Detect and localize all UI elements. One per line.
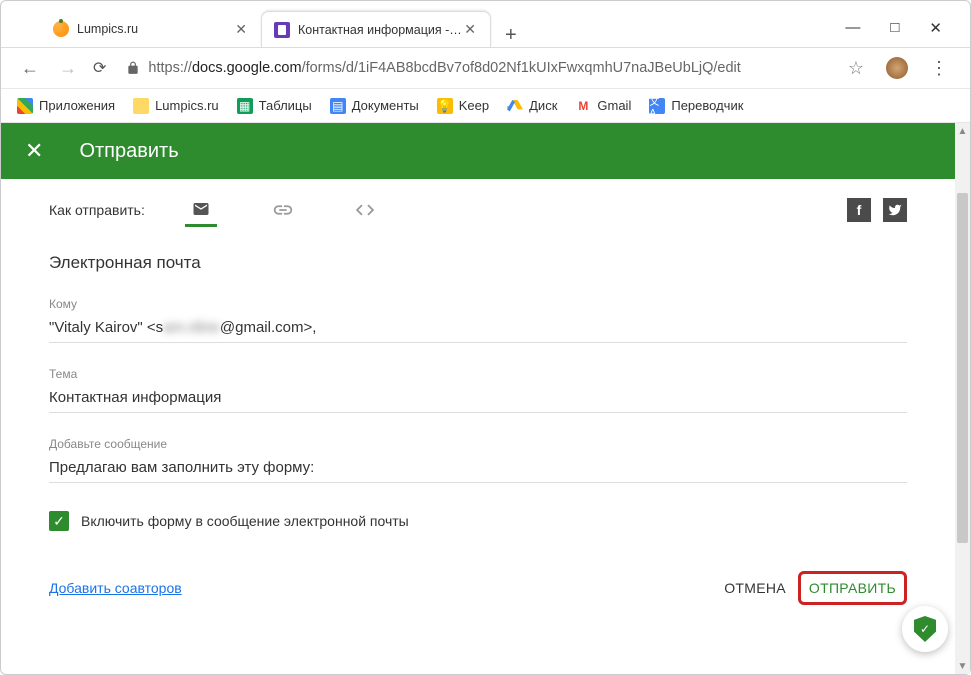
scrollbar[interactable]: ▲ ▼ bbox=[955, 123, 970, 674]
tab-google-forms[interactable]: Контактная информация - Goo ✕ bbox=[261, 11, 491, 47]
keep-bookmark[interactable]: 💡 Keep bbox=[437, 98, 489, 114]
lock-icon bbox=[126, 61, 140, 75]
url-path: /forms/d/1iF4AB8bcdBv7of8d02Nf1kUIxFwxqm… bbox=[302, 60, 741, 76]
dialog-title: Отправить bbox=[79, 140, 178, 163]
translate-icon: 文A bbox=[649, 98, 665, 114]
shield-icon: ✓ bbox=[914, 616, 936, 642]
via-email-tab[interactable] bbox=[185, 193, 217, 227]
new-tab-button[interactable]: + bbox=[491, 24, 531, 47]
back-button[interactable]: ← bbox=[17, 54, 43, 83]
lumpics-bookmark[interactable]: Lumpics.ru bbox=[133, 98, 219, 114]
sheets-icon: ▦ bbox=[237, 98, 253, 114]
send-dialog-header: ✕ Отправить bbox=[1, 123, 955, 179]
drive-bookmark[interactable]: Диск bbox=[507, 98, 557, 114]
drive-icon bbox=[507, 98, 523, 114]
keep-icon: 💡 bbox=[437, 98, 453, 114]
apps-bookmark[interactable]: Приложения bbox=[17, 98, 115, 114]
cancel-button[interactable]: ОТМЕНА bbox=[716, 572, 794, 604]
close-tab-icon[interactable]: ✕ bbox=[233, 21, 249, 38]
to-field[interactable]: "Vitaly Kairov" <sam.nline@gmail.com>, bbox=[49, 311, 907, 343]
url-scheme: https:// bbox=[148, 60, 192, 76]
tab-strip: Lumpics.ru ✕ Контактная информация - Goo… bbox=[1, 1, 970, 47]
maximize-icon[interactable]: □ bbox=[890, 19, 899, 37]
embed-icon bbox=[354, 199, 376, 221]
via-link-tab[interactable] bbox=[267, 193, 299, 227]
forms-favicon bbox=[274, 22, 290, 38]
subject-field[interactable] bbox=[49, 381, 907, 413]
twitter-share-button[interactable] bbox=[883, 198, 907, 222]
close-window-icon[interactable]: ✕ bbox=[929, 19, 942, 37]
security-fab[interactable]: ✓ bbox=[902, 606, 948, 652]
scroll-up-icon[interactable]: ▲ bbox=[955, 123, 970, 139]
apps-icon bbox=[17, 98, 33, 114]
scroll-thumb[interactable] bbox=[957, 193, 968, 543]
send-via-label: Как отправить: bbox=[49, 202, 145, 218]
bookmark-star-icon[interactable]: ☆ bbox=[842, 58, 870, 79]
to-label: Кому bbox=[49, 297, 907, 311]
address-bar: ← → ⟳ https://docs.google.com/forms/d/1i… bbox=[1, 47, 970, 89]
message-field[interactable] bbox=[49, 451, 907, 483]
email-icon bbox=[190, 200, 212, 218]
close-dialog-icon[interactable]: ✕ bbox=[25, 138, 43, 164]
translate-bookmark[interactable]: 文A Переводчик bbox=[649, 98, 743, 114]
sheets-bookmark[interactable]: ▦ Таблицы bbox=[237, 98, 312, 114]
subject-label: Тема bbox=[49, 367, 907, 381]
gmail-bookmark[interactable]: M Gmail bbox=[575, 98, 631, 114]
send-via-row: Как отправить: f bbox=[49, 193, 907, 227]
close-tab-icon[interactable]: ✕ bbox=[462, 21, 478, 38]
email-section-title: Электронная почта bbox=[49, 253, 907, 273]
reload-button[interactable]: ⟳ bbox=[93, 58, 106, 78]
include-form-checkbox[interactable]: ✓ bbox=[49, 511, 69, 531]
browser-menu-icon[interactable]: ⋮ bbox=[924, 58, 954, 79]
include-form-label: Включить форму в сообщение электронной п… bbox=[81, 513, 409, 529]
bookmark-bar: Приложения Lumpics.ru ▦ Таблицы ▤ Докуме… bbox=[1, 89, 970, 123]
forward-button[interactable]: → bbox=[55, 54, 81, 83]
minimize-icon[interactable]: — bbox=[845, 19, 860, 37]
docs-icon: ▤ bbox=[330, 98, 346, 114]
tab-title: Lumpics.ru bbox=[77, 22, 233, 36]
link-icon bbox=[272, 199, 294, 221]
lumpics-favicon bbox=[53, 21, 69, 37]
url-input[interactable]: https://docs.google.com/forms/d/1iF4AB8b… bbox=[118, 60, 829, 76]
tab-title: Контактная информация - Goo bbox=[298, 23, 462, 37]
tab-lumpics[interactable]: Lumpics.ru ✕ bbox=[41, 11, 261, 47]
page-content: ✕ Отправить Как отправить: f bbox=[1, 123, 955, 674]
add-collaborators-link[interactable]: Добавить соавторов bbox=[49, 580, 182, 596]
docs-bookmark[interactable]: ▤ Документы bbox=[330, 98, 419, 114]
scroll-down-icon[interactable]: ▼ bbox=[955, 658, 970, 674]
message-label: Добавьте сообщение bbox=[49, 437, 907, 451]
url-host: docs.google.com bbox=[192, 60, 302, 76]
via-embed-tab[interactable] bbox=[349, 193, 381, 227]
profile-avatar[interactable] bbox=[886, 57, 908, 79]
facebook-share-button[interactable]: f bbox=[847, 198, 871, 222]
send-button[interactable]: ОТПРАВИТЬ bbox=[798, 571, 907, 605]
folder-icon bbox=[133, 98, 149, 114]
gmail-icon: M bbox=[575, 98, 591, 114]
